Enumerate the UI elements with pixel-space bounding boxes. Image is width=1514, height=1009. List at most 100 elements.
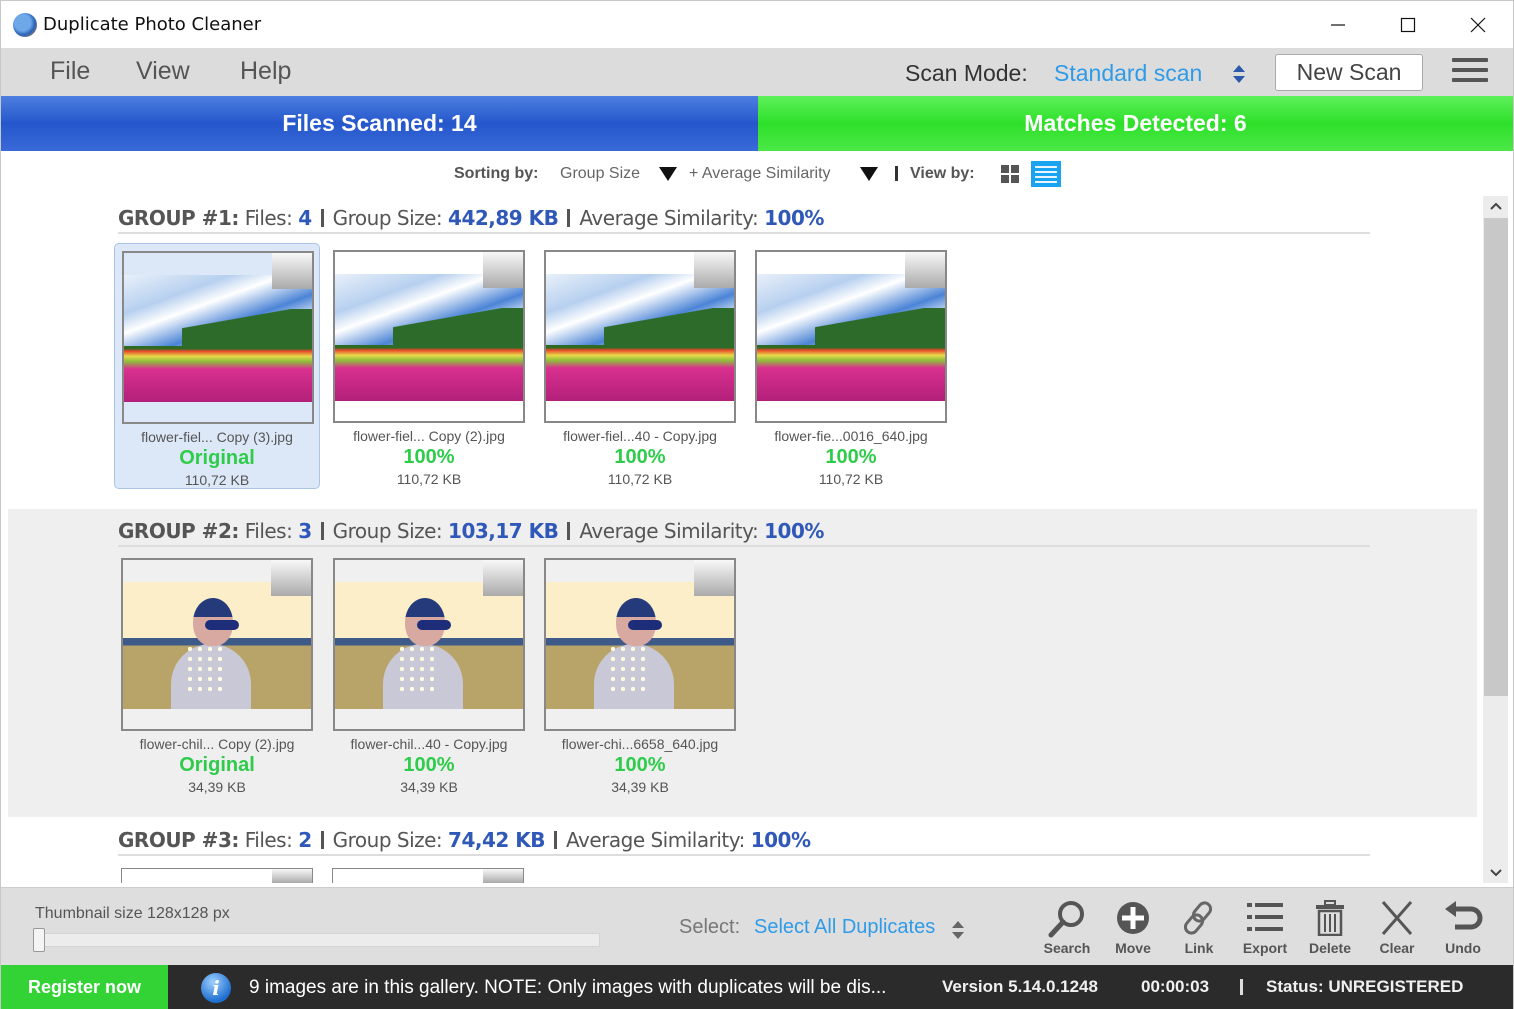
scan-mode-label: Scan Mode: xyxy=(905,60,1028,86)
close-button[interactable] xyxy=(1443,1,1513,48)
file-size: 110,72 KB xyxy=(396,471,462,487)
file-name: flower-fiel... Copy (2).jpg xyxy=(353,428,505,444)
undo-button[interactable]: Undo xyxy=(1433,898,1493,960)
thumbnail[interactable] xyxy=(544,558,736,731)
divider xyxy=(895,166,898,181)
file-size: 110,72 KB xyxy=(818,471,884,487)
tool-label: Undo xyxy=(1445,940,1481,956)
menu-view[interactable]: View xyxy=(136,57,190,86)
select-checkbox[interactable] xyxy=(271,560,311,596)
status-message: 9 images are in this gallery. NOTE: Only… xyxy=(249,977,887,998)
version-label: Version 5.14.0.1248 xyxy=(942,977,1098,996)
select-checkbox[interactable] xyxy=(483,869,523,883)
minimize-button[interactable] xyxy=(1303,1,1373,48)
menu-help[interactable]: Help xyxy=(240,57,291,86)
match-status: Original xyxy=(179,754,255,776)
photo-card[interactable]: flower-chil...40 - Copy.jpg 100% 34,39 K… xyxy=(326,551,532,797)
tool-label: Link xyxy=(1184,940,1214,956)
photo-card[interactable]: flower-chi...6658_640.jpg 100% 34,39 KB xyxy=(537,551,743,797)
group-size-value: 74,42 KB xyxy=(448,828,545,852)
clear-button[interactable]: Clear xyxy=(1367,898,1427,960)
new-scan-button[interactable]: New Scan xyxy=(1275,54,1423,91)
move-button[interactable]: Move xyxy=(1103,898,1163,960)
thumbnail[interactable] xyxy=(121,558,313,731)
flower-field-image xyxy=(546,274,734,401)
group-divider xyxy=(118,854,1370,856)
thumbnail[interactable] xyxy=(332,868,524,883)
thumbnail[interactable] xyxy=(544,250,736,423)
sort-secondary-select[interactable]: + Average Similarity xyxy=(689,165,831,183)
hamburger-menu-icon[interactable] xyxy=(1452,58,1488,86)
group-divider xyxy=(118,545,1370,547)
info-icon: i xyxy=(201,973,231,1003)
tool-label: Export xyxy=(1242,940,1288,956)
photo-card[interactable]: flower-chil... Copy (2).jpg Original 34,… xyxy=(114,551,320,797)
scrollbar-thumb[interactable] xyxy=(1484,218,1508,696)
match-status: 100% xyxy=(614,754,666,776)
sort-primary-dropdown-icon[interactable] xyxy=(659,167,677,181)
register-now-button[interactable]: Register now xyxy=(1,965,168,1009)
group-size-label: Group Size: xyxy=(332,519,443,543)
photo-card[interactable]: flower-fiel... Copy (3).jpg Original 110… xyxy=(114,243,320,489)
menu-bar: File View Help Scan Mode: Standard scan … xyxy=(1,48,1513,96)
bottom-toolbar: Thumbnail size 128x128 px Select: Select… xyxy=(1,887,1513,965)
thumbnail[interactable] xyxy=(333,558,525,731)
file-size: 34,39 KB xyxy=(611,779,669,795)
app-logo-icon xyxy=(13,13,37,37)
files-scanned-stat: Files Scanned: 14 xyxy=(1,96,758,151)
photo-card[interactable]: flower-fiel...40 - Copy.jpg 100% 110,72 … xyxy=(537,243,743,489)
avg-similarity-value: 100% xyxy=(764,206,824,230)
photo-card[interactable]: flower-fie...0016_640.jpg 100% 110,72 KB xyxy=(748,243,954,489)
match-status: 100% xyxy=(614,446,666,468)
link-icon xyxy=(1183,901,1213,935)
list-view-icon[interactable] xyxy=(1031,161,1061,187)
thumbnail[interactable] xyxy=(333,250,525,423)
select-checkbox[interactable] xyxy=(483,252,523,288)
scan-mode-select[interactable]: Standard scan xyxy=(1054,60,1202,87)
chevron-down-icon xyxy=(1489,869,1502,877)
scroll-down-button[interactable] xyxy=(1483,863,1508,883)
group-header: GROUP #2: Files: 3 Group Size: 103,17 KB A… xyxy=(118,519,824,543)
avg-similarity-value: 100% xyxy=(750,828,811,852)
updown-arrow-icon[interactable] xyxy=(1232,64,1246,84)
matches-detected-stat: Matches Detected: 6 xyxy=(758,96,1513,151)
photo-card[interactable]: flower-fiel... Copy (2).jpg 100% 110,72 … xyxy=(326,243,532,489)
vertical-scrollbar[interactable] xyxy=(1483,196,1508,883)
files-label: Files: xyxy=(244,206,293,230)
group-title: GROUP #2: xyxy=(118,519,239,543)
delete-button[interactable]: Delete xyxy=(1300,898,1360,960)
file-size: 110,72 KB xyxy=(184,472,250,488)
thumbnail-size-slider[interactable] xyxy=(35,933,600,947)
select-checkbox[interactable] xyxy=(694,252,734,288)
thumbnail[interactable] xyxy=(755,250,947,423)
export-button[interactable]: Export xyxy=(1235,898,1295,960)
select-checkbox[interactable] xyxy=(272,869,312,883)
select-mode-dropdown[interactable]: Select All Duplicates xyxy=(754,916,935,939)
select-checkbox[interactable] xyxy=(272,253,312,289)
files-label: Files: xyxy=(244,828,293,852)
flower-child-image xyxy=(335,582,523,709)
link-button[interactable]: Link xyxy=(1169,898,1229,960)
file-name: flower-chil... Copy (2).jpg xyxy=(139,736,295,752)
thumbnail-size-label: Thumbnail size 128x128 px xyxy=(35,905,230,922)
search-button[interactable]: Search xyxy=(1037,898,1097,960)
sort-primary-select[interactable]: Group Size xyxy=(560,165,640,183)
thumbnail[interactable] xyxy=(121,868,313,883)
select-checkbox[interactable] xyxy=(694,560,734,596)
select-checkbox[interactable] xyxy=(483,560,523,596)
updown-arrow-icon[interactable] xyxy=(951,920,965,940)
files-label: Files: xyxy=(244,519,293,543)
sort-secondary-dropdown-icon[interactable] xyxy=(860,167,878,181)
slider-handle[interactable] xyxy=(33,928,45,952)
file-name: flower-chil...40 - Copy.jpg xyxy=(350,736,508,752)
thumbnail[interactable] xyxy=(122,251,314,424)
group-size-label: Group Size: xyxy=(332,206,443,230)
select-checkbox[interactable] xyxy=(905,252,945,288)
scroll-up-button[interactable] xyxy=(1483,196,1508,216)
grid-view-icon[interactable] xyxy=(1001,165,1019,183)
group-title: GROUP #1: xyxy=(118,206,239,230)
menu-file[interactable]: File xyxy=(50,57,90,86)
maximize-button[interactable] xyxy=(1373,1,1443,48)
avg-similarity-label: Average Similarity: xyxy=(579,206,759,230)
move-icon xyxy=(1117,902,1149,934)
